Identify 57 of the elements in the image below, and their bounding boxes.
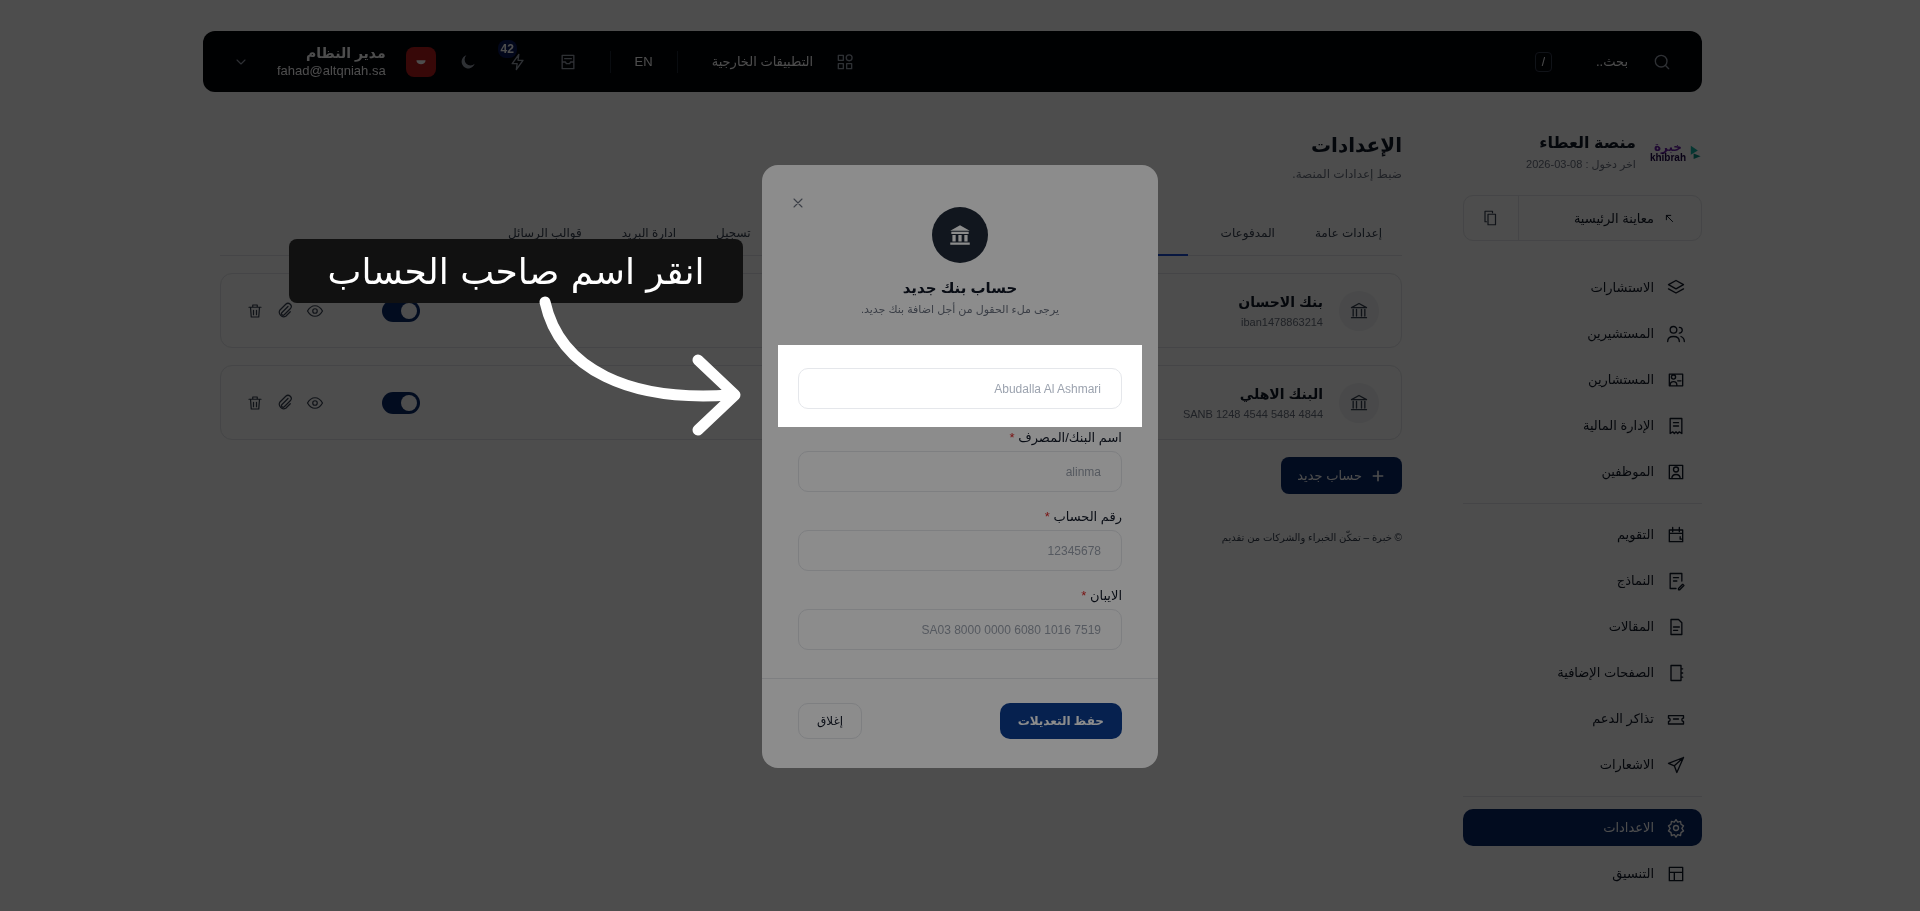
search-field[interactable]: بحث..: [1566, 53, 1630, 70]
field-label: اسم البنك/المصرف *: [1008, 430, 1122, 445]
bank-icon: [932, 207, 988, 263]
modal-subtitle: يرجى ملء الحقول من أجل اضافة بنك جديد.: [859, 303, 1061, 316]
trash-icon[interactable]: [246, 393, 264, 412]
sidebar-item[interactable]: الإدارة المالية: [1463, 407, 1702, 444]
trash-icon[interactable]: [246, 301, 264, 320]
paperclip-icon[interactable]: [276, 393, 294, 412]
sidebar-item[interactable]: التنسيق: [1463, 855, 1702, 892]
add-account-button[interactable]: حساب جديد: [1281, 457, 1402, 494]
sidebar-item[interactable]: النماذج: [1463, 562, 1702, 599]
sidebar-item[interactable]: الاشعارات: [1463, 746, 1702, 783]
sidebar-item[interactable]: الاعدادات: [1463, 809, 1702, 846]
brand-tagline: khibrah: [1649, 153, 1686, 163]
notification-badge: 42: [497, 39, 517, 58]
sidebar-item[interactable]: تذاكر الدعم: [1463, 700, 1702, 737]
user-avatar[interactable]: [405, 46, 436, 77]
bank-name: البنك الاهلي: [1238, 385, 1323, 402]
send-icon: [1666, 754, 1686, 775]
preview-button[interactable]: معاينة الرئيسية: [1549, 196, 1701, 240]
settings-tab[interactable]: تسجيل: [716, 226, 751, 240]
paperclip-icon[interactable]: [276, 301, 294, 320]
sidebar-item[interactable]: الموظفين: [1463, 453, 1702, 490]
calendar-icon: [1666, 524, 1686, 545]
settings-tab[interactable]: المدفوعات: [1220, 226, 1275, 240]
settings-tab[interactable]: إعدادات عامة: [1314, 226, 1382, 240]
sidebar-item[interactable]: الاستشارات: [1463, 269, 1702, 306]
bank-icon: [1339, 382, 1379, 423]
close-button[interactable]: إغلاق: [798, 703, 863, 739]
brand-name: خبرة: [1653, 141, 1682, 153]
shortcut-key: /: [1534, 51, 1552, 72]
sidebar-item[interactable]: المستشارين: [1463, 361, 1702, 398]
sidebar-item[interactable]: المستشيرين: [1463, 315, 1702, 352]
platform-title: منصة العطاء: [1538, 133, 1636, 152]
tour-callout: انقر اسم صاحب الحساب: [289, 239, 743, 303]
user-email: fahad@altqniah.sa: [277, 63, 386, 78]
page-title: الإعدادات: [1309, 133, 1402, 157]
save-button[interactable]: حفظ التعديلات: [999, 703, 1122, 739]
toggle-switch[interactable]: [382, 391, 420, 414]
sidebar-item[interactable]: الصفحات الإضافية: [1463, 654, 1702, 691]
sidebar-item[interactable]: المقالات: [1463, 608, 1702, 645]
copy-icon[interactable]: [1482, 196, 1519, 240]
modal-title: حساب بنك جديد: [901, 279, 1019, 297]
grid-icon[interactable]: [835, 51, 856, 72]
bank-name: بنك الاحسان: [1238, 293, 1323, 310]
user-name: مدير النظام: [306, 45, 386, 61]
language-toggle[interactable]: EN: [634, 54, 653, 69]
input-field[interactable]: Abudalla Al Ashmari: [798, 368, 1122, 409]
external-apps-link[interactable]: التطبيقات الخارجية: [711, 54, 814, 69]
sidebar-item[interactable]: التقويم: [1463, 516, 1702, 553]
bank-icon: [1339, 290, 1379, 331]
field-label: رقم الحساب *: [1043, 509, 1122, 524]
footer-text: © خبرة – تمكّن الخبراء والشركات من تقديم: [1220, 532, 1402, 543]
field-label: الايبان *: [1080, 588, 1122, 603]
settings-tab[interactable]: قوالب الرسائل: [508, 226, 582, 240]
settings-icon: [1666, 817, 1686, 838]
users-icon: [1666, 323, 1686, 344]
